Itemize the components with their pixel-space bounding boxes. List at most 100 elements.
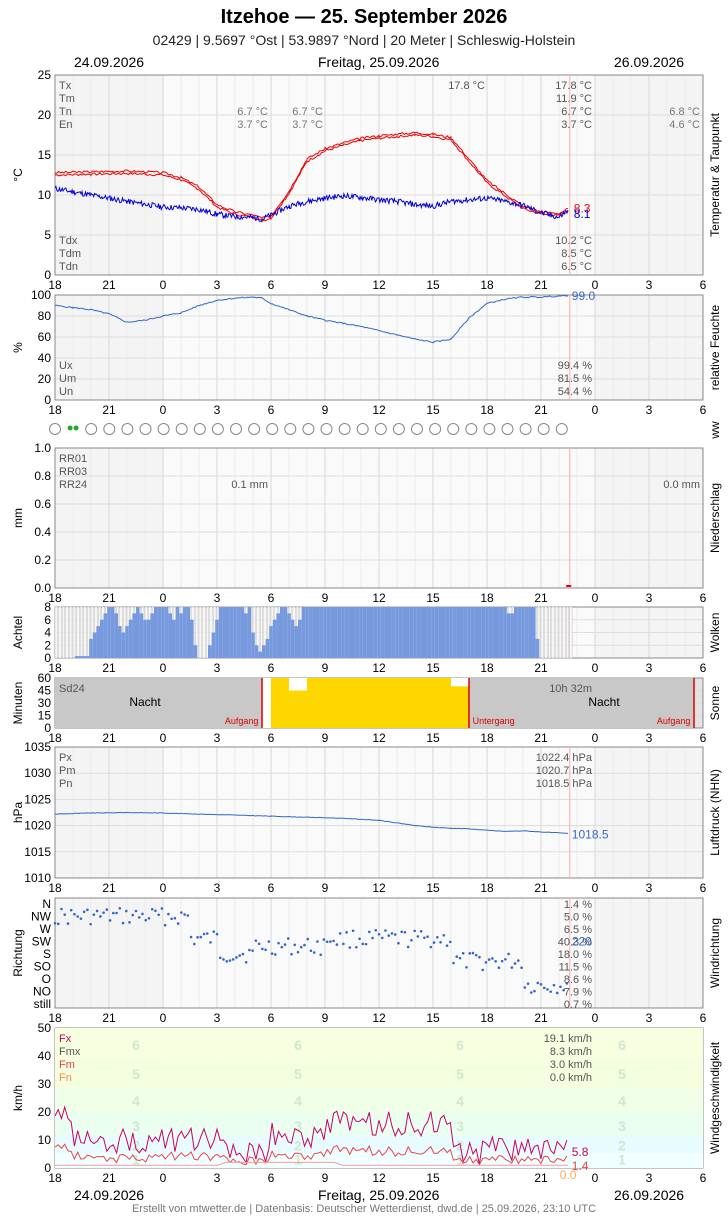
wind-dir-point [377,932,381,936]
cloud-bar [485,607,489,658]
wind-beaufort-number: 6 [132,1037,140,1053]
wind-dir-point [316,940,319,943]
wind-dir-point [510,966,514,969]
cloud-bar [395,607,399,658]
clouds-ytick: 8 [44,600,51,614]
ww-clear-icon [483,423,496,435]
wind-dir-point [193,942,196,946]
wind-dir-point [306,937,310,941]
wind_speed-ylabel: km/h [11,1085,25,1111]
wind-dir-point [199,935,203,939]
ww-clear-icon [338,423,351,435]
cloud-bar [272,619,277,658]
cloud-bar [532,607,536,658]
sun-bar [307,678,325,728]
temperature-stat-value: 17.8 °C [555,80,592,92]
wind-dir-point [238,954,241,957]
wind_speed-ytick: 30 [38,1077,52,1091]
sunshine-xtick: 21 [102,731,116,745]
pressure-ytick: 1035 [24,740,51,754]
temperature-xtick: 18 [480,278,494,292]
cloud-bar [114,613,118,658]
pressure-xtick: 15 [426,881,440,895]
wind-dir-point [332,939,335,943]
pressure-xtick: 0 [592,881,599,895]
date-right-bottom: 26.09.2026 [614,1187,685,1203]
cloud-bar [452,607,457,658]
wind-dir-point [491,957,494,960]
cloud-bar [330,607,334,658]
wind-beaufort-number: 3 [294,1118,302,1134]
ww-clear-icon [121,423,134,435]
cloud-bar [359,607,363,658]
pressure-xtick: 18 [48,881,62,895]
sunshine-xtick: 3 [646,731,653,745]
cloud-bg-bar [202,606,206,659]
wind_speed-xtick: 18 [48,1171,62,1185]
pressure-ytick: 1015 [24,845,51,859]
cloud-bar [229,607,234,658]
wind-dir-point [471,951,475,955]
wind_direction-xtick: 18 [480,1011,494,1025]
wind-dir-point [445,944,449,947]
cloud-bg-bar [540,606,544,659]
wind-beaufort-number: 6 [456,1037,464,1053]
wind-dir-point [380,936,384,940]
wind-dir-point [322,938,326,941]
wind-gust-end-label: 5.8 [572,1145,589,1159]
wind-beaufort-number: 4 [456,1093,464,1109]
cloud-bar [172,619,176,658]
cloud-bar [442,607,446,658]
sunshine-xtick: 12 [372,731,386,745]
cloud-bar [420,607,424,658]
wind-dir-point [487,958,491,961]
cloud-bar [82,656,86,658]
wind-dir-point [432,941,436,944]
temperature-ytick: 15 [38,148,52,162]
sun-sd24-label: Sd24 [59,683,85,695]
wind-stat-value: 0.0 km/h [550,1072,592,1084]
cloud-bar [499,607,504,658]
wind-dir-point [400,930,403,934]
wind-dir-point [124,909,128,913]
precip-label: RR24 [59,479,87,491]
sun-bar [415,678,433,728]
cloud-bar [362,607,367,658]
wind-dir-point [520,966,523,970]
wind-dir-point [504,957,507,961]
cloud-bar [150,613,154,658]
wind-stat-label: Fm [59,1059,75,1071]
wind-stat-value: 3.0 km/h [550,1059,592,1071]
cloud-bg-bar [79,606,83,659]
sun-bar [379,678,397,728]
temperature-xtick: 21 [102,278,116,292]
wind-dir-point [403,930,407,934]
cloud-bar [233,607,237,658]
temperature-stat-label: Tm [59,93,75,105]
sunshine-xtick: 21 [534,731,548,745]
wind-dir-point [461,951,465,955]
wind-dir-point [439,941,442,944]
clouds-ytick: 6 [44,613,51,627]
cloud-bg-bar [544,606,548,659]
date-left-bottom: 24.09.2026 [74,1187,145,1203]
pressure-xtick: 18 [480,881,494,895]
wind-dir-point [163,923,167,927]
temperature-side-label: Temperatur & Taupunkt [708,112,722,237]
humidity-ylabel: % [11,342,25,353]
cloud-bar [280,607,284,658]
cloud-bar [380,607,385,658]
sun-night-label: Nacht [129,695,161,709]
humidity-stat-label: Um [59,373,76,385]
cloud-bar [352,607,356,658]
cloud-bar [391,607,396,658]
wind-dir-point [442,933,446,937]
wind-dir-stat: 7.9 % [564,987,592,999]
wind-dir-point [225,960,229,963]
wind-dir-point [552,983,556,987]
wind-stat-label: Fn [59,1072,72,1084]
wind-dir-point [494,960,497,963]
cloud-bar [179,613,183,658]
cloud-bg-bar [83,606,87,659]
temperature-xtick: 3 [214,278,221,292]
